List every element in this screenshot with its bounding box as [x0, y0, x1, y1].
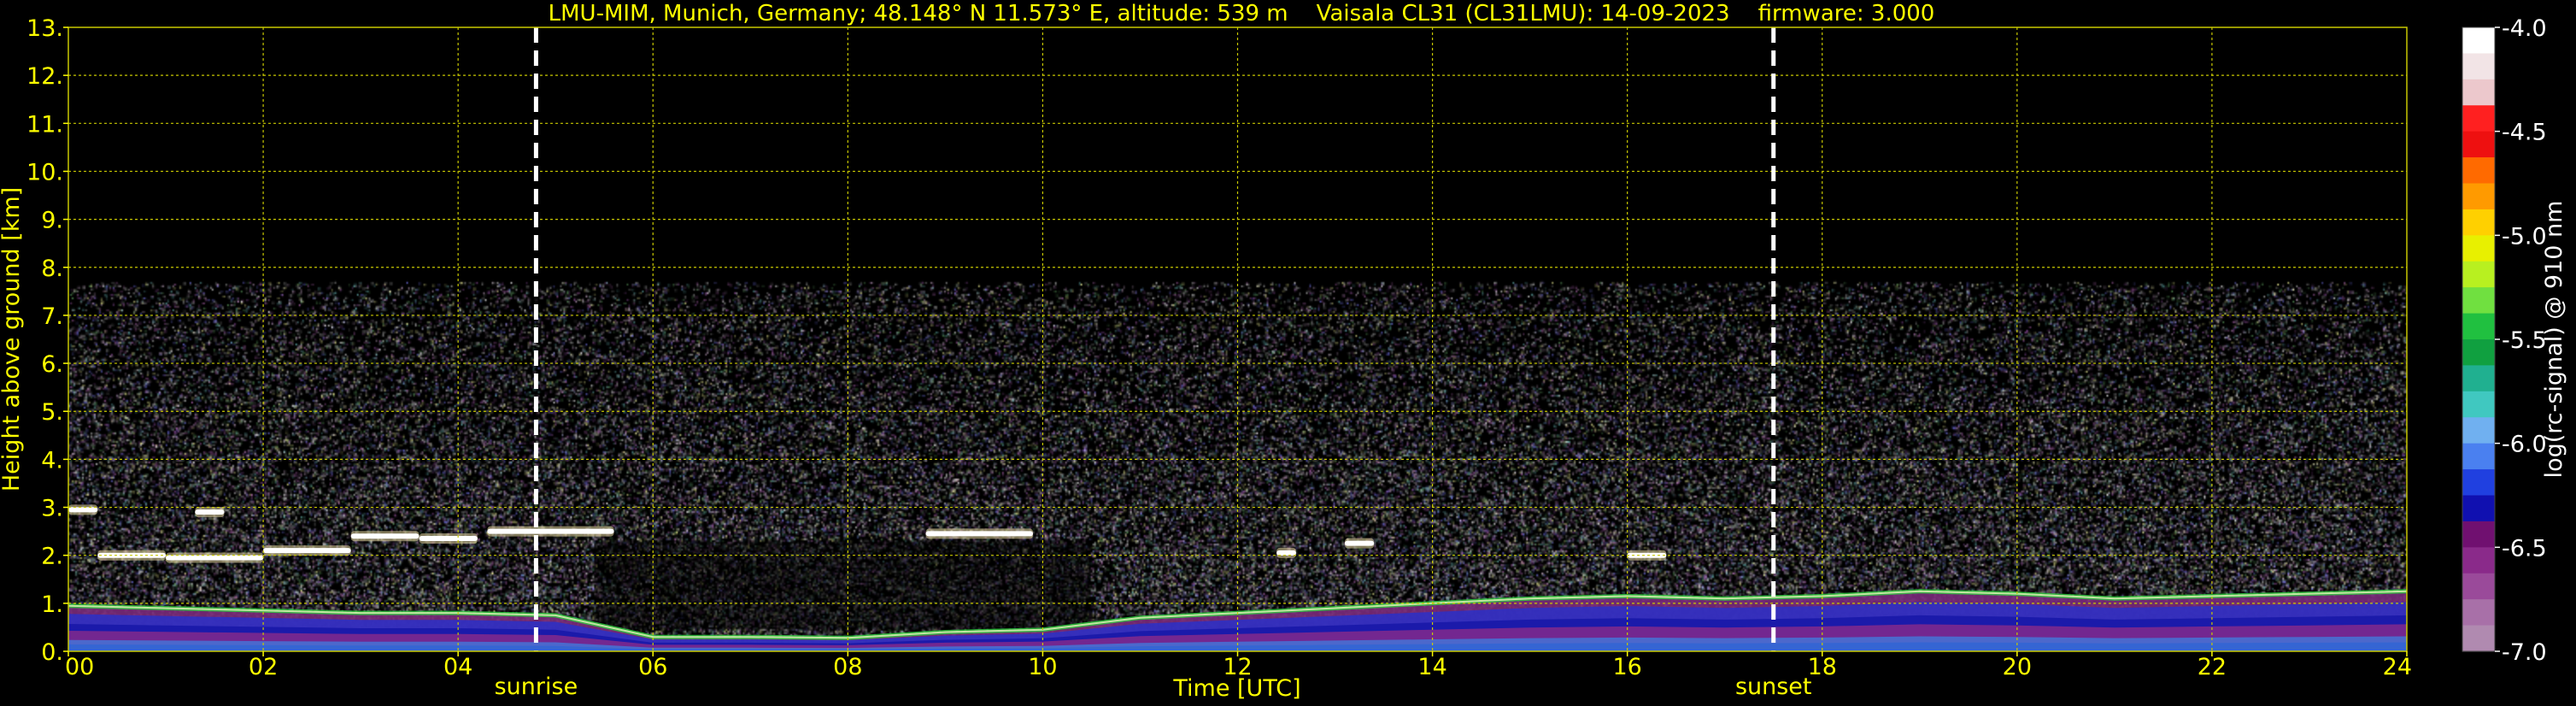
x-tick-label: 24	[2383, 654, 2412, 680]
colorbar-ticks: -4.0 -4.5 -5.0 -5.5 -6.0 -6.5 -7.0	[2495, 15, 2547, 666]
y-tick-label: 9.	[41, 208, 63, 234]
colorbar-swatch	[2462, 157, 2495, 185]
sunset-label: sunset	[1735, 674, 1812, 700]
colorbar-tick-label: -6.0	[2502, 432, 2547, 458]
colorbar-swatch	[2462, 365, 2495, 392]
y-tick-label: 7.	[41, 303, 63, 330]
x-tick-label: 20	[2003, 654, 2032, 680]
y-tick-label: 4.	[41, 447, 63, 474]
y-tick-label: 12.	[26, 63, 63, 90]
colorbar-swatch	[2462, 313, 2495, 340]
colorbar-tick-label: -6.5	[2502, 535, 2547, 562]
cloud-layer	[166, 555, 264, 561]
colorbar: -4.0 -4.5 -5.0 -5.5 -6.0 -6.5 -7.0 log(rc-sign…	[2462, 15, 2567, 666]
y-tick-label: 5.	[41, 399, 63, 426]
y-tick-label: 3.	[41, 496, 63, 522]
x-axis-label: Time [UTC]	[1172, 675, 1300, 702]
cloud-layer	[195, 509, 225, 515]
colorbar-tick-label: -5.5	[2502, 327, 2547, 354]
colorbar-swatch	[2462, 27, 2495, 55]
x-tick-label: 00	[65, 654, 94, 680]
colorbar-tick-label: -7.0	[2502, 639, 2547, 666]
y-tick-label: 11.	[26, 111, 63, 138]
colorbar-swatch	[2462, 209, 2495, 236]
x-tick-label: 14	[1417, 654, 1446, 680]
colorbar-label: log(rc-signal) @ 910 nm	[2541, 201, 2567, 479]
colorbar-swatch	[2462, 443, 2495, 470]
colorbar-swatch	[2462, 183, 2495, 210]
colorbar-swatch	[2462, 573, 2495, 600]
colorbar-swatch	[2462, 287, 2495, 315]
y-tick-label: 1.	[41, 591, 63, 618]
colorbar-swatch	[2462, 339, 2495, 367]
colorbar-swatch	[2462, 521, 2495, 548]
colorbar-swatch	[2462, 131, 2495, 158]
colorbar-swatch	[2462, 235, 2495, 262]
x-tick-label: 06	[638, 654, 667, 680]
cloud-layer	[68, 507, 98, 513]
colorbar-swatch	[2462, 417, 2495, 444]
colorbar-tick-label: -4.0	[2502, 15, 2547, 42]
x-tick-label: 22	[2198, 654, 2227, 680]
colorbar-swatch	[2462, 599, 2495, 627]
colorbar-tick-label: -4.5	[2502, 120, 2547, 146]
colorbar-swatch	[2462, 625, 2495, 652]
backscatter-chart: LMU-MIM, Munich, Germany; 48.148° N 11.5…	[0, 1, 2567, 702]
y-tick-label: 6.	[41, 351, 63, 378]
y-tick-label: 0.	[41, 639, 63, 666]
plot-area	[67, 26, 2408, 652]
x-tick-label: 04	[443, 654, 472, 680]
x-tick-label: 02	[249, 654, 278, 680]
sunrise-label: sunrise	[495, 674, 578, 700]
cloud-layer	[419, 536, 478, 542]
cloud-layer	[263, 548, 351, 554]
colorbar-swatch	[2462, 261, 2495, 288]
x-tick-label: 16	[1612, 654, 1641, 680]
x-tick-label: 18	[1808, 654, 1837, 680]
y-tick-label: 8.	[41, 256, 63, 282]
cloud-layer	[1276, 550, 1296, 556]
y-tick-label: 13.	[26, 15, 63, 42]
cloud-layer	[487, 528, 614, 534]
colorbar-swatch	[2462, 105, 2495, 132]
colorbar-swatch	[2462, 79, 2495, 106]
cloud-layer	[925, 531, 1034, 537]
x-tick-label: 08	[833, 654, 862, 680]
y-tick-label: 2.	[41, 544, 63, 570]
colorbar-swatch	[2462, 469, 2495, 497]
cloud-layer	[350, 533, 420, 539]
colorbar-swatch	[2462, 391, 2495, 418]
colorbar-swatch	[2462, 53, 2495, 80]
cloud-layer	[1344, 540, 1375, 546]
y-tick-label: 10.	[26, 159, 63, 185]
y-axis-label: Height above ground [km]	[0, 187, 25, 491]
colorbar-tick-label: -5.0	[2502, 223, 2547, 250]
x-tick-label: 10	[1028, 654, 1057, 680]
colorbar-swatch	[2462, 495, 2495, 522]
colorbar-swatches	[2462, 27, 2495, 652]
ceilometer-figure: LMU-MIM, Munich, Germany; 48.148° N 11.5…	[0, 0, 2576, 706]
y-axis-ticks: 0. 1. 2. 3. 4. 5. 6. 7. 8. 9. 10. 11. 12. 13.	[26, 15, 68, 666]
chart-title: LMU-MIM, Munich, Germany; 48.148° N 11.5…	[549, 1, 1935, 26]
colorbar-swatch	[2462, 547, 2495, 574]
